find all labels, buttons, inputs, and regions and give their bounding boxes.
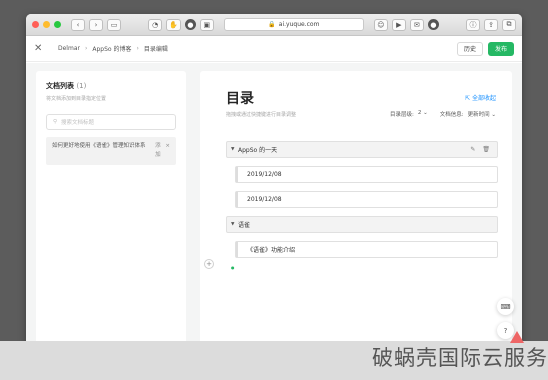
rss-icon[interactable]: ◔ — [148, 18, 163, 31]
collapse-icon: ⇱ — [465, 95, 471, 102]
toc-item[interactable]: ▼ AppSo 的一天 ✎ 🗑 — [226, 141, 498, 158]
doc-search-input[interactable]: ⚲ 搜索文档标题 — [46, 114, 176, 130]
doc-list-panel: 文档列表 (1) 将文档添加到目录指定位置 ⚲ 搜索文档标题 如何更好地使用《语… — [36, 71, 186, 345]
toc-options: 目录层级: 2 ⌄ 文档信息: 更新时间 ⌄ — [390, 110, 496, 118]
minimize-window-button[interactable] — [43, 21, 50, 28]
breadcrumb-user[interactable]: Delmar — [58, 45, 80, 52]
editor-content: 文档列表 (1) 将文档添加到目录指定位置 ⚲ 搜索文档标题 如何更好地使用《语… — [26, 63, 522, 346]
extension-icon[interactable]: ● — [184, 19, 196, 30]
toc-item-label: AppSo 的一天 — [238, 147, 278, 154]
info-label: 文档信息: — [439, 112, 464, 118]
close-window-button[interactable] — [32, 21, 39, 28]
chevron-right-icon: › — [136, 45, 139, 52]
publish-button[interactable]: 发布 — [487, 41, 514, 56]
zoom-window-button[interactable] — [54, 21, 61, 28]
toc-item[interactable]: ▼ 语雀 — [226, 216, 498, 233]
keyboard-icon[interactable]: ⌨ — [497, 298, 514, 315]
doc-title: 如何更好地使用《语雀》管理知识体系 — [52, 143, 146, 149]
edit-icon[interactable]: ✎ — [470, 146, 475, 153]
toc-item[interactable]: 2019/12/08 — [235, 166, 498, 183]
reader-icon[interactable]: ☺ — [373, 18, 388, 31]
hand-icon[interactable]: ✋ — [166, 18, 181, 31]
tab-icon[interactable]: ▣ — [199, 18, 214, 31]
level-select[interactable]: 2 ⌄ — [418, 110, 428, 118]
collapse-all-button[interactable]: ⇱ 全部收起 — [465, 93, 496, 102]
url-text: ai.yuque.com — [278, 21, 320, 28]
info-select[interactable]: 更新时间 ⌄ — [468, 110, 496, 118]
add-node-button[interactable]: + — [204, 259, 214, 269]
address-bar[interactable]: 🔒 ai.yuque.com — [223, 18, 364, 31]
camera-icon[interactable]: ▶ — [391, 18, 406, 31]
doc-list-item[interactable]: 如何更好地使用《语雀》管理知识体系 添加 × — [46, 137, 176, 165]
toc-panel: 目录 拖拽或通过快捷键进行目录调整 ⇱ 全部收起 目录层级: 2 ⌄ 文档信息:… — [200, 71, 512, 345]
caret-down-icon[interactable]: ▼ — [231, 147, 238, 152]
toc-item-label: 2019/12/08 — [247, 171, 282, 178]
editor-header: ✕ Delmar › AppSo 的博客 › 目录编辑 历史 发布 — [26, 36, 522, 62]
breadcrumb-current: 目录编辑 — [143, 46, 168, 53]
doc-list-count: (1) — [76, 82, 87, 90]
browser-window: ‹ › ▭ ◔ ✋ ● ▣ 🔒 ai.yuque.com ☺ ▶ ✉ ● ⓘ ⇪… — [26, 14, 522, 346]
doc-list-title: 文档列表 (1) — [46, 82, 87, 90]
toc-item[interactable]: 《语雀》功能介绍 — [235, 241, 498, 258]
add-doc-button[interactable]: 添加 — [153, 142, 162, 160]
chevron-right-icon: › — [84, 45, 88, 52]
sidebar-icon[interactable]: ▭ — [107, 18, 121, 31]
search-placeholder: 搜索文档标题 — [61, 120, 95, 126]
insert-indicator: ● — [231, 265, 235, 270]
back-icon[interactable]: ‹ — [71, 18, 85, 31]
caret-down-icon[interactable]: ▼ — [231, 222, 238, 227]
lock-icon: 🔒 — [268, 21, 276, 28]
info-icon[interactable]: ⓘ — [466, 18, 480, 31]
toc-title: 目录 — [226, 91, 254, 107]
watermark-text: 破蜗壳国际云服务 — [372, 346, 548, 370]
mail-icon[interactable]: ✉ — [409, 18, 424, 31]
toc-item-label: 《语雀》功能介绍 — [247, 247, 296, 254]
tabs-overview-icon[interactable]: ⧉ — [502, 18, 516, 31]
toc-item[interactable]: 2019/12/08 — [235, 191, 498, 208]
browser-toolbar: ‹ › ▭ ◔ ✋ ● ▣ 🔒 ai.yuque.com ☺ ▶ ✉ ● ⓘ ⇪… — [26, 14, 522, 36]
share-icon[interactable]: ⇪ — [484, 18, 498, 31]
toc-item-label: 语雀 — [238, 222, 251, 229]
toc-item-label: 2019/12/08 — [247, 196, 282, 203]
breadcrumb: Delmar › AppSo 的博客 › 目录编辑 — [58, 44, 168, 53]
delete-icon[interactable]: 🗑 — [482, 146, 490, 153]
remove-icon[interactable]: × — [165, 142, 170, 151]
search-icon: ⚲ — [53, 119, 58, 125]
level-label: 目录层级: — [390, 112, 414, 118]
doc-list-subtitle: 将文档添加到目录指定位置 — [46, 96, 107, 102]
forward-icon[interactable]: › — [89, 18, 103, 31]
history-button[interactable]: 历史 — [456, 41, 483, 56]
breadcrumb-book[interactable]: AppSo 的博客 — [92, 44, 131, 53]
close-icon[interactable]: ✕ — [34, 43, 46, 54]
shield-icon[interactable]: ● — [427, 19, 439, 30]
toc-subtitle: 拖拽或通过快捷键进行目录调整 — [226, 112, 297, 118]
